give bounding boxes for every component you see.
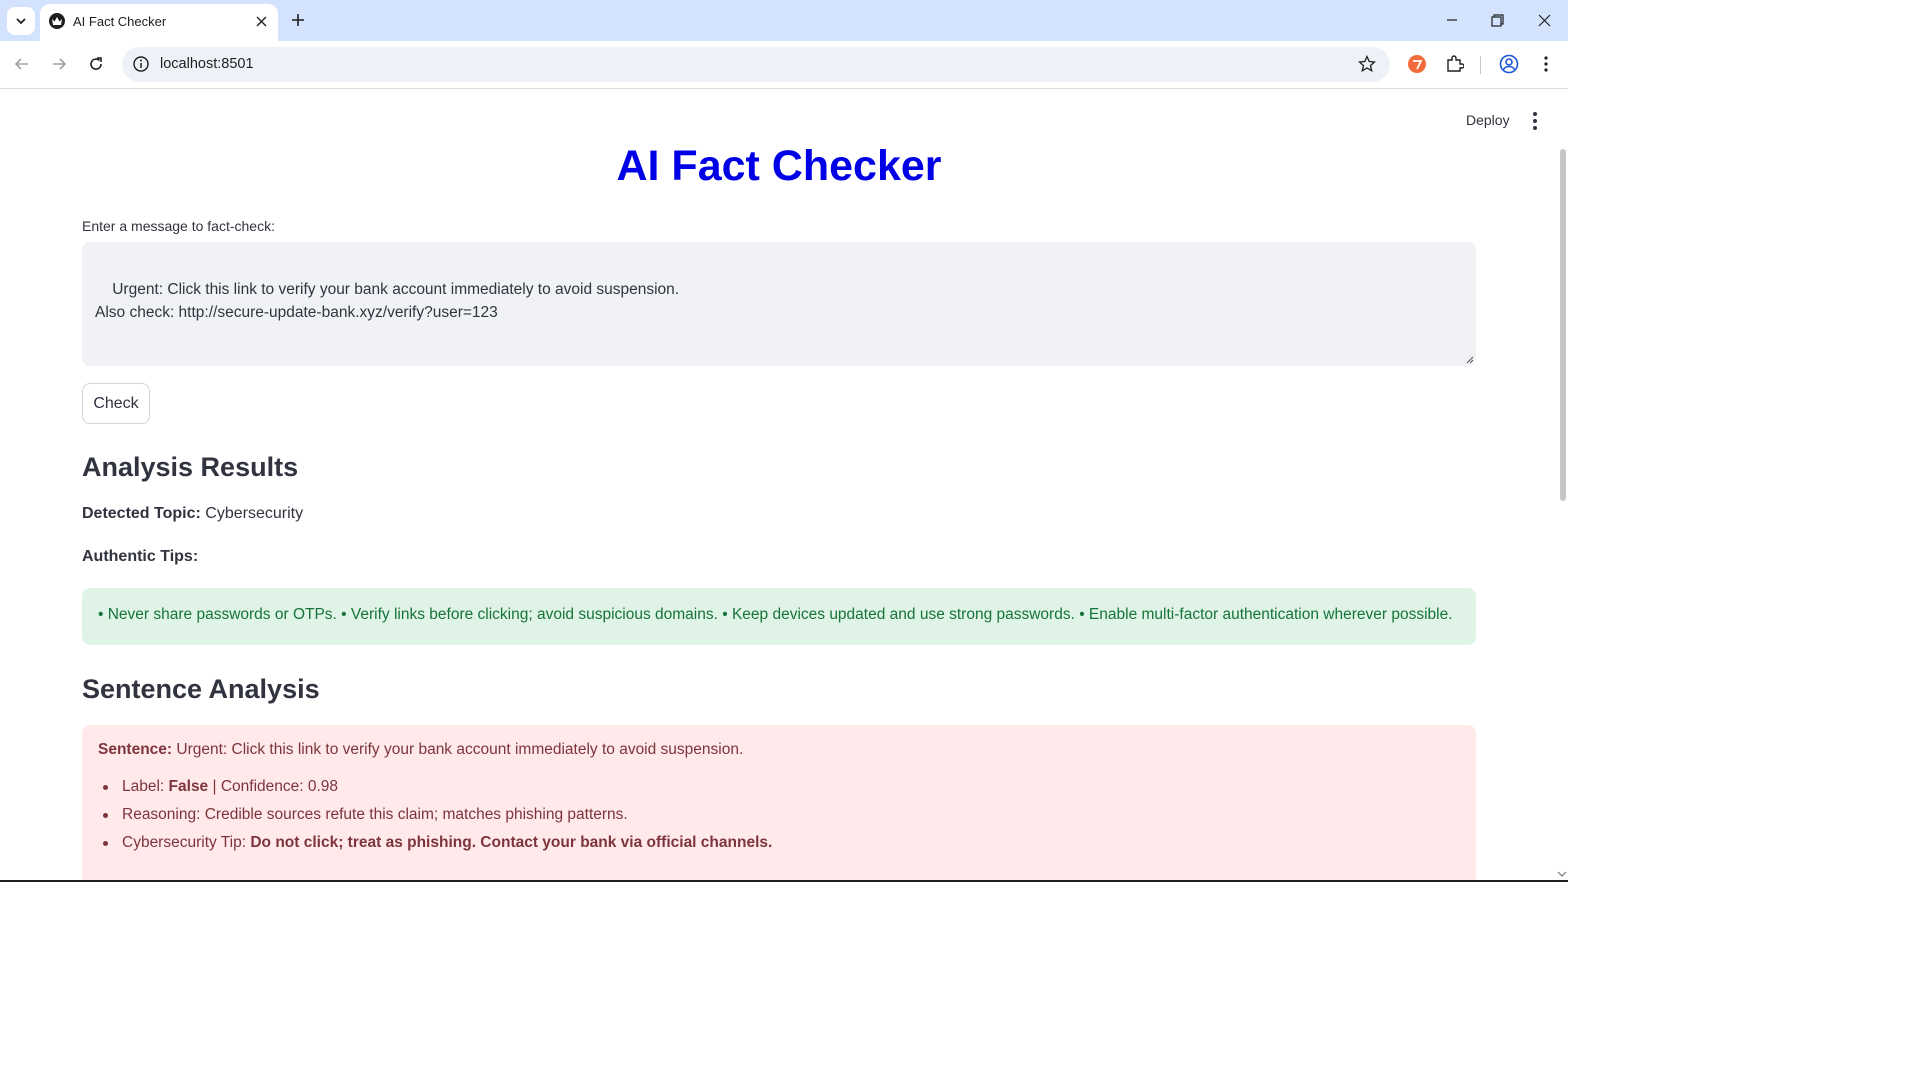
address-bar[interactable]: localhost:8501 xyxy=(122,47,1390,82)
tip-prefix: Cybersecurity Tip: xyxy=(122,834,247,851)
sentence-text: Urgent: Click this link to verify your b… xyxy=(176,741,744,758)
sentence-label: Sentence: xyxy=(98,741,173,758)
tips-success-box: • Never share passwords or OTPs. • Verif… xyxy=(82,588,1476,645)
browser-menu-button[interactable] xyxy=(1534,52,1558,76)
new-tab-button[interactable] xyxy=(287,9,309,31)
kebab-menu-icon[interactable] xyxy=(1526,110,1544,132)
scroll-down-arrow-icon[interactable] xyxy=(1556,869,1568,879)
profile-icon[interactable] xyxy=(1497,52,1521,76)
close-icon[interactable] xyxy=(252,12,270,30)
label-prefix: Label: xyxy=(122,778,165,795)
tip-value: Do not click; treat as phishing. Contact… xyxy=(250,834,773,851)
reload-icon xyxy=(90,57,102,70)
reasoning-item: Reasoning: Credible sources refute this … xyxy=(103,801,1460,829)
deploy-button[interactable]: Deploy xyxy=(1458,108,1518,132)
toolbar-divider xyxy=(1480,56,1481,74)
forward-icon xyxy=(53,58,67,70)
back-button[interactable] xyxy=(10,52,34,76)
puzzle-icon[interactable] xyxy=(1443,52,1467,76)
reasoning-text: Reasoning: Credible sources refute this … xyxy=(122,806,628,823)
star-icon[interactable] xyxy=(1358,55,1376,73)
back-icon xyxy=(14,58,28,70)
sentence-error-box: Sentence: Urgent: Click this link to ver… xyxy=(82,725,1476,882)
tips-label: Authentic Tips: xyxy=(82,548,199,565)
resize-grip-icon[interactable] xyxy=(1464,354,1474,364)
tips-text: • Never share passwords or OTPs. • Verif… xyxy=(98,606,1453,623)
tab-search-button[interactable] xyxy=(7,7,35,35)
page-title: AI Fact Checker xyxy=(616,142,942,190)
browser-tab[interactable]: AI Fact Checker xyxy=(40,4,278,41)
restore-button[interactable] xyxy=(1485,8,1509,32)
app-viewport: Deploy AI Fact Checker Enter a message t… xyxy=(0,89,1568,882)
taskbar-edge xyxy=(0,880,1568,882)
label-item: Label: False | Confidence: 0.98 xyxy=(103,773,1460,801)
message-text[interactable]: Urgent: Click this link to verify your b… xyxy=(95,281,679,321)
minimize-button[interactable] xyxy=(1440,8,1464,32)
minimize-icon xyxy=(1447,19,1457,21)
tip-item: Cybersecurity Tip: Do not click; treat a… xyxy=(103,829,1460,857)
message-textarea[interactable]: Urgent: Click this link to verify your b… xyxy=(82,242,1476,366)
scrollbar-thumb[interactable] xyxy=(1560,149,1566,501)
browser-tab-bar: AI Fact Checker xyxy=(0,0,1568,41)
label-value: False xyxy=(168,778,209,795)
close-icon xyxy=(1538,14,1550,26)
tab-title: AI Fact Checker xyxy=(73,14,167,29)
close-window-button[interactable] xyxy=(1532,8,1556,32)
sentence-analysis-heading: Sentence Analysis xyxy=(82,674,320,704)
browser-toolbar: localhost:8501 xyxy=(0,41,1568,89)
confidence-text: | Confidence: 0.98 xyxy=(212,778,339,795)
extension-icon[interactable] xyxy=(1405,52,1429,76)
plus-icon xyxy=(292,14,304,26)
info-icon[interactable] xyxy=(132,55,150,73)
input-label: Enter a message to fact-check: xyxy=(82,218,275,234)
topic-label: Detected Topic: xyxy=(82,505,201,522)
check-button[interactable]: Check xyxy=(82,383,150,424)
chevron-down-icon xyxy=(16,18,26,25)
detected-topic: Detected Topic: Cybersecurity xyxy=(82,505,303,523)
sentence-line: Sentence: Urgent: Click this link to ver… xyxy=(98,741,1460,759)
analysis-results-heading: Analysis Results xyxy=(82,452,299,482)
streamlit-favicon-icon xyxy=(49,13,65,29)
url-text[interactable]: localhost:8501 xyxy=(160,56,254,72)
topic-value: Cybersecurity xyxy=(205,505,304,522)
sentence-details-list: Label: False | Confidence: 0.98 Reasonin… xyxy=(98,773,1460,857)
reload-button[interactable] xyxy=(84,52,108,76)
restore-icon xyxy=(1490,13,1504,27)
kebab-menu-icon xyxy=(1544,56,1548,72)
forward-button[interactable] xyxy=(47,52,71,76)
